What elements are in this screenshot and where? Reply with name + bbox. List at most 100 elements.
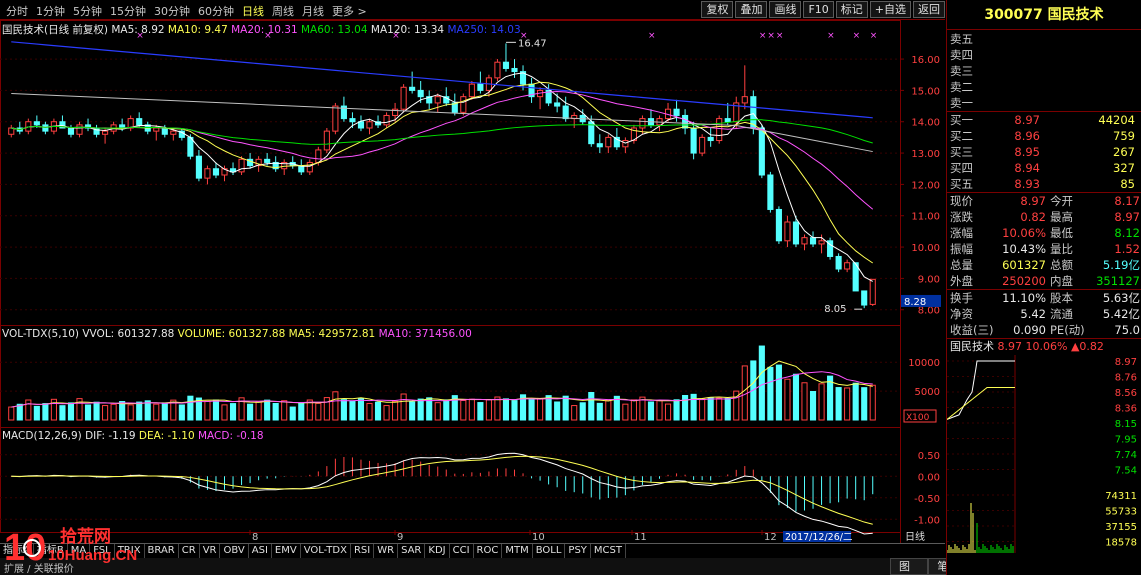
buy-row-1[interactable]: 买二 8.96 759 [947, 128, 1141, 144]
indicator-tab-15[interactable]: KDJ [425, 544, 450, 558]
indicator-tab-18[interactable]: MTM [502, 544, 533, 558]
indicator-tab-10[interactable]: EMV [272, 544, 301, 558]
period-tab-5[interactable]: 60分钟 [194, 3, 238, 19]
indicator-tab-9[interactable]: ASI [249, 544, 272, 558]
sell-row-2[interactable]: 卖三 [947, 63, 1141, 79]
fund-label: 股本 [1050, 291, 1073, 305]
price-info-line: 国民技术(日线 前复权) MA5: 8.92 MA10: 9.47 MA20: … [2, 22, 521, 37]
event-marker[interactable]: × [776, 31, 784, 41]
indicator-tab-17[interactable]: ROC [474, 544, 503, 558]
sell-price [988, 95, 1040, 111]
event-marker[interactable]: × [648, 31, 656, 41]
event-marker[interactable]: × [759, 31, 767, 41]
sell-row-0[interactable]: 卖五 [947, 31, 1141, 47]
sell-row-1[interactable]: 卖四 [947, 47, 1141, 63]
candle-body [511, 67, 518, 73]
buy-row-0[interactable]: 买一 8.97 44204 [947, 112, 1141, 128]
quote-label: 外盘 [950, 274, 973, 288]
mini-price: 8.97 [997, 340, 1023, 353]
period-tab-0[interactable]: 分时 [2, 3, 32, 19]
quote-row-5: 外盘 250200 内盘 351127 [947, 273, 1141, 289]
sell-volume [1040, 47, 1138, 63]
event-marker[interactable]: × [520, 31, 528, 41]
period-tab-9[interactable]: 更多 > [328, 3, 371, 19]
volume-bar [84, 404, 92, 421]
candle-body [42, 124, 49, 132]
fund-label: 净资 [950, 307, 973, 321]
indicator-tab-13[interactable]: WR [374, 544, 399, 558]
kline-chart[interactable]: 16.00 15.00 14.00 13.00 12.00 11.00 10.00 9.00 8… [0, 20, 945, 555]
indicator-tab-21[interactable]: MCST [591, 544, 626, 558]
volume-bar [374, 401, 382, 421]
event-marker[interactable]: × [853, 31, 861, 41]
indicator-tab-8[interactable]: OBV [220, 544, 249, 558]
candle-body [170, 130, 177, 135]
sell-volume [1040, 95, 1138, 111]
indicator-tab-6[interactable]: CR [179, 544, 200, 558]
buy-row-4[interactable]: 买五 8.93 85 [947, 176, 1141, 192]
volume-bar [153, 403, 160, 421]
volume-bar [554, 401, 561, 421]
tool-button-4[interactable]: 标记 [835, 1, 868, 18]
price-axis-label: 16.00 [911, 55, 940, 66]
candle-body [460, 96, 467, 113]
volume-bar [264, 399, 271, 421]
candle-body [784, 221, 791, 242]
volume-bar [8, 406, 15, 421]
mini-chg: ▲0.82 [1070, 340, 1104, 353]
period-tab-6[interactable]: 日线 [238, 3, 268, 19]
tool-button-3[interactable]: F10 [803, 1, 834, 18]
period-tab-1[interactable]: 1分钟 [32, 3, 69, 19]
mini-axis-label: 74311 [1105, 491, 1137, 502]
volume-bar [809, 391, 817, 421]
fund-value: 0.090 [1013, 323, 1046, 337]
volume-bar [93, 401, 100, 421]
tool-button-6[interactable]: 返回 [913, 1, 945, 18]
f10-button[interactable]: 图文F10 [890, 558, 929, 575]
indicator-tab-16[interactable]: CCI [450, 544, 474, 558]
event-marker[interactable]: × [870, 31, 878, 41]
price-axis-label: 14.00 [911, 118, 940, 129]
fund-label: PE(动) [1050, 323, 1085, 337]
buy-price: 8.96 [1014, 129, 1040, 143]
volume-bar [716, 397, 723, 421]
quote-value: 8.12 [1114, 226, 1140, 240]
buy-row-3[interactable]: 买四 8.94 327 [947, 160, 1141, 176]
indicator-tab-20[interactable]: PSY [565, 544, 591, 558]
macd-axis-label: 0.00 [918, 472, 940, 483]
period-tab-2[interactable]: 5分钟 [69, 3, 106, 19]
buy-row-2[interactable]: 买三 8.95 267 [947, 144, 1141, 160]
candle-body [468, 83, 475, 98]
period-tab-4[interactable]: 30分钟 [150, 3, 194, 19]
period-tab-7[interactable]: 周线 [268, 3, 298, 19]
period-tab-3[interactable]: 15分钟 [106, 3, 150, 19]
period-tab-8[interactable]: 月线 [298, 3, 328, 19]
date-label: 10 [532, 532, 545, 543]
quote-row-2: 涨幅 10.06% 最低 8.12 [947, 225, 1141, 241]
indicator-tab-12[interactable]: RSI [351, 544, 375, 558]
event-marker[interactable]: × [827, 31, 835, 41]
sell-row-3[interactable]: 卖二 [947, 79, 1141, 95]
tool-button-1[interactable]: 叠加 [735, 1, 768, 18]
intraday-mini-chart[interactable]: 8.97 8.76 8.56 8.36 8.15 7.95 7.74 7.54 74311 557… [946, 355, 1141, 553]
sell-row-4[interactable]: 卖一 [947, 95, 1141, 111]
kline-svg[interactable]: 16.00 15.00 14.00 13.00 12.00 11.00 10.00 9.00 8… [0, 20, 945, 543]
indicator-tab-19[interactable]: BOLL [533, 544, 566, 558]
quote-value: 10.06% [1002, 226, 1046, 240]
buy-label: 买四 [950, 161, 973, 175]
tool-button-0[interactable]: 复权 [701, 1, 734, 18]
buy-price: 8.95 [1014, 145, 1040, 159]
indicator-tab-14[interactable]: SAR [398, 544, 426, 558]
event-marker[interactable]: × [767, 31, 775, 41]
tool-button-5[interactable]: +自选 [869, 1, 911, 18]
volume-bar [33, 405, 40, 421]
mini-axis-label: 8.76 [1115, 373, 1137, 384]
candle-body [707, 136, 714, 142]
indicator-tab-11[interactable]: VOL-TDX [301, 544, 351, 558]
tool-button-2[interactable]: 画线 [769, 1, 802, 18]
volume-bar [67, 402, 75, 421]
indicator-tab-5[interactable]: BRAR [145, 544, 179, 558]
indicator-tab-7[interactable]: VR [200, 544, 221, 558]
ma60-label: MA60: 13.04 [301, 24, 368, 36]
period-tabs: 分时 1分钟 5分钟 15分钟 30分钟 60分钟 日线 周线 月线 更多 > [2, 3, 371, 19]
